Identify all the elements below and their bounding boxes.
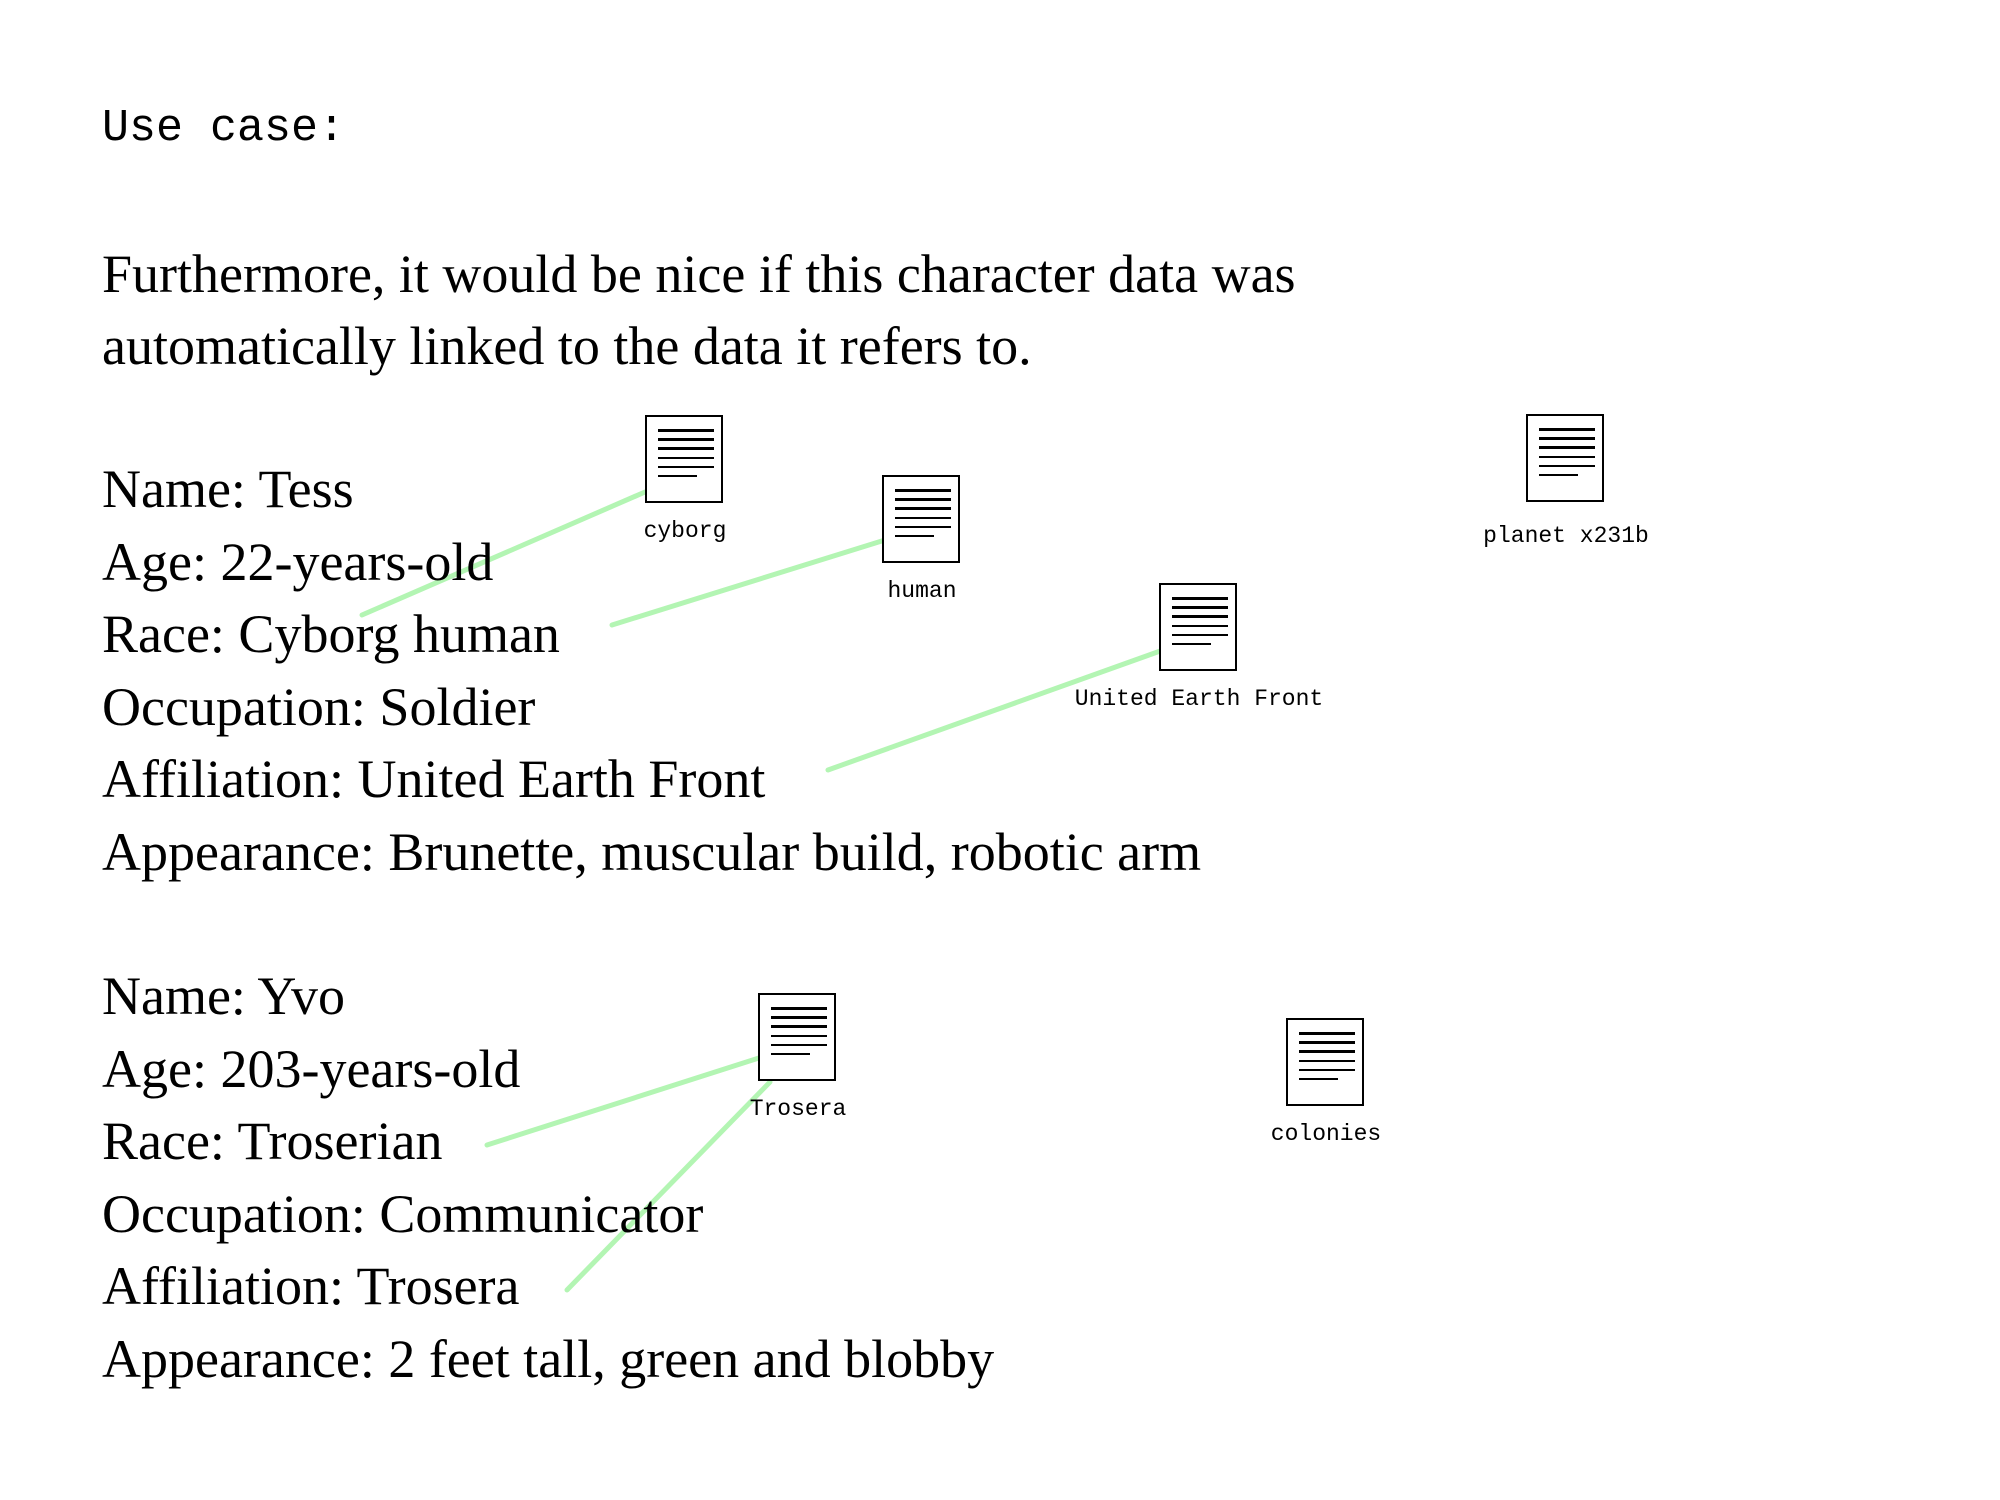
intro-line-2: automatically linked to the data it refe… xyxy=(102,316,1032,376)
character-card-yvo: Name: Yvo Age: 203-years-old Race: Trose… xyxy=(102,960,994,1395)
document-icon[interactable] xyxy=(1526,414,1604,502)
page-heading: Use case: xyxy=(102,103,346,154)
document-icon[interactable] xyxy=(645,415,723,503)
character-appearance: Appearance: 2 feet tall, green and blobb… xyxy=(102,1328,995,1389)
document-icon[interactable] xyxy=(1286,1018,1364,1106)
character-affiliation: Affiliation: United Earth Front xyxy=(102,749,766,809)
document-label: colonies xyxy=(1270,1121,1382,1147)
document-label: United Earth Front xyxy=(1074,686,1324,712)
character-name: Name: Yvo xyxy=(102,966,346,1026)
character-race: Race: Cyborg human xyxy=(102,604,560,664)
document-label: planet x231b xyxy=(1483,523,1649,549)
character-occupation: Occupation: Communicator xyxy=(102,1183,704,1244)
character-appearance: Appearance: Brunette, muscular build, ro… xyxy=(102,821,1202,882)
document-label: human xyxy=(887,578,957,604)
document-label: Trosera xyxy=(749,1096,847,1122)
intro-paragraph: Furthermore, it would be nice if this ch… xyxy=(102,238,1296,382)
document-icon[interactable] xyxy=(758,993,836,1081)
document-icon[interactable] xyxy=(1159,583,1237,671)
character-affiliation: Affiliation: Trosera xyxy=(102,1256,520,1316)
character-age: Age: 203-years-old xyxy=(102,1038,521,1099)
document-label: cyborg xyxy=(643,518,727,544)
intro-line-1: Furthermore, it would be nice if this ch… xyxy=(102,244,1296,304)
document-icon[interactable] xyxy=(882,475,960,563)
